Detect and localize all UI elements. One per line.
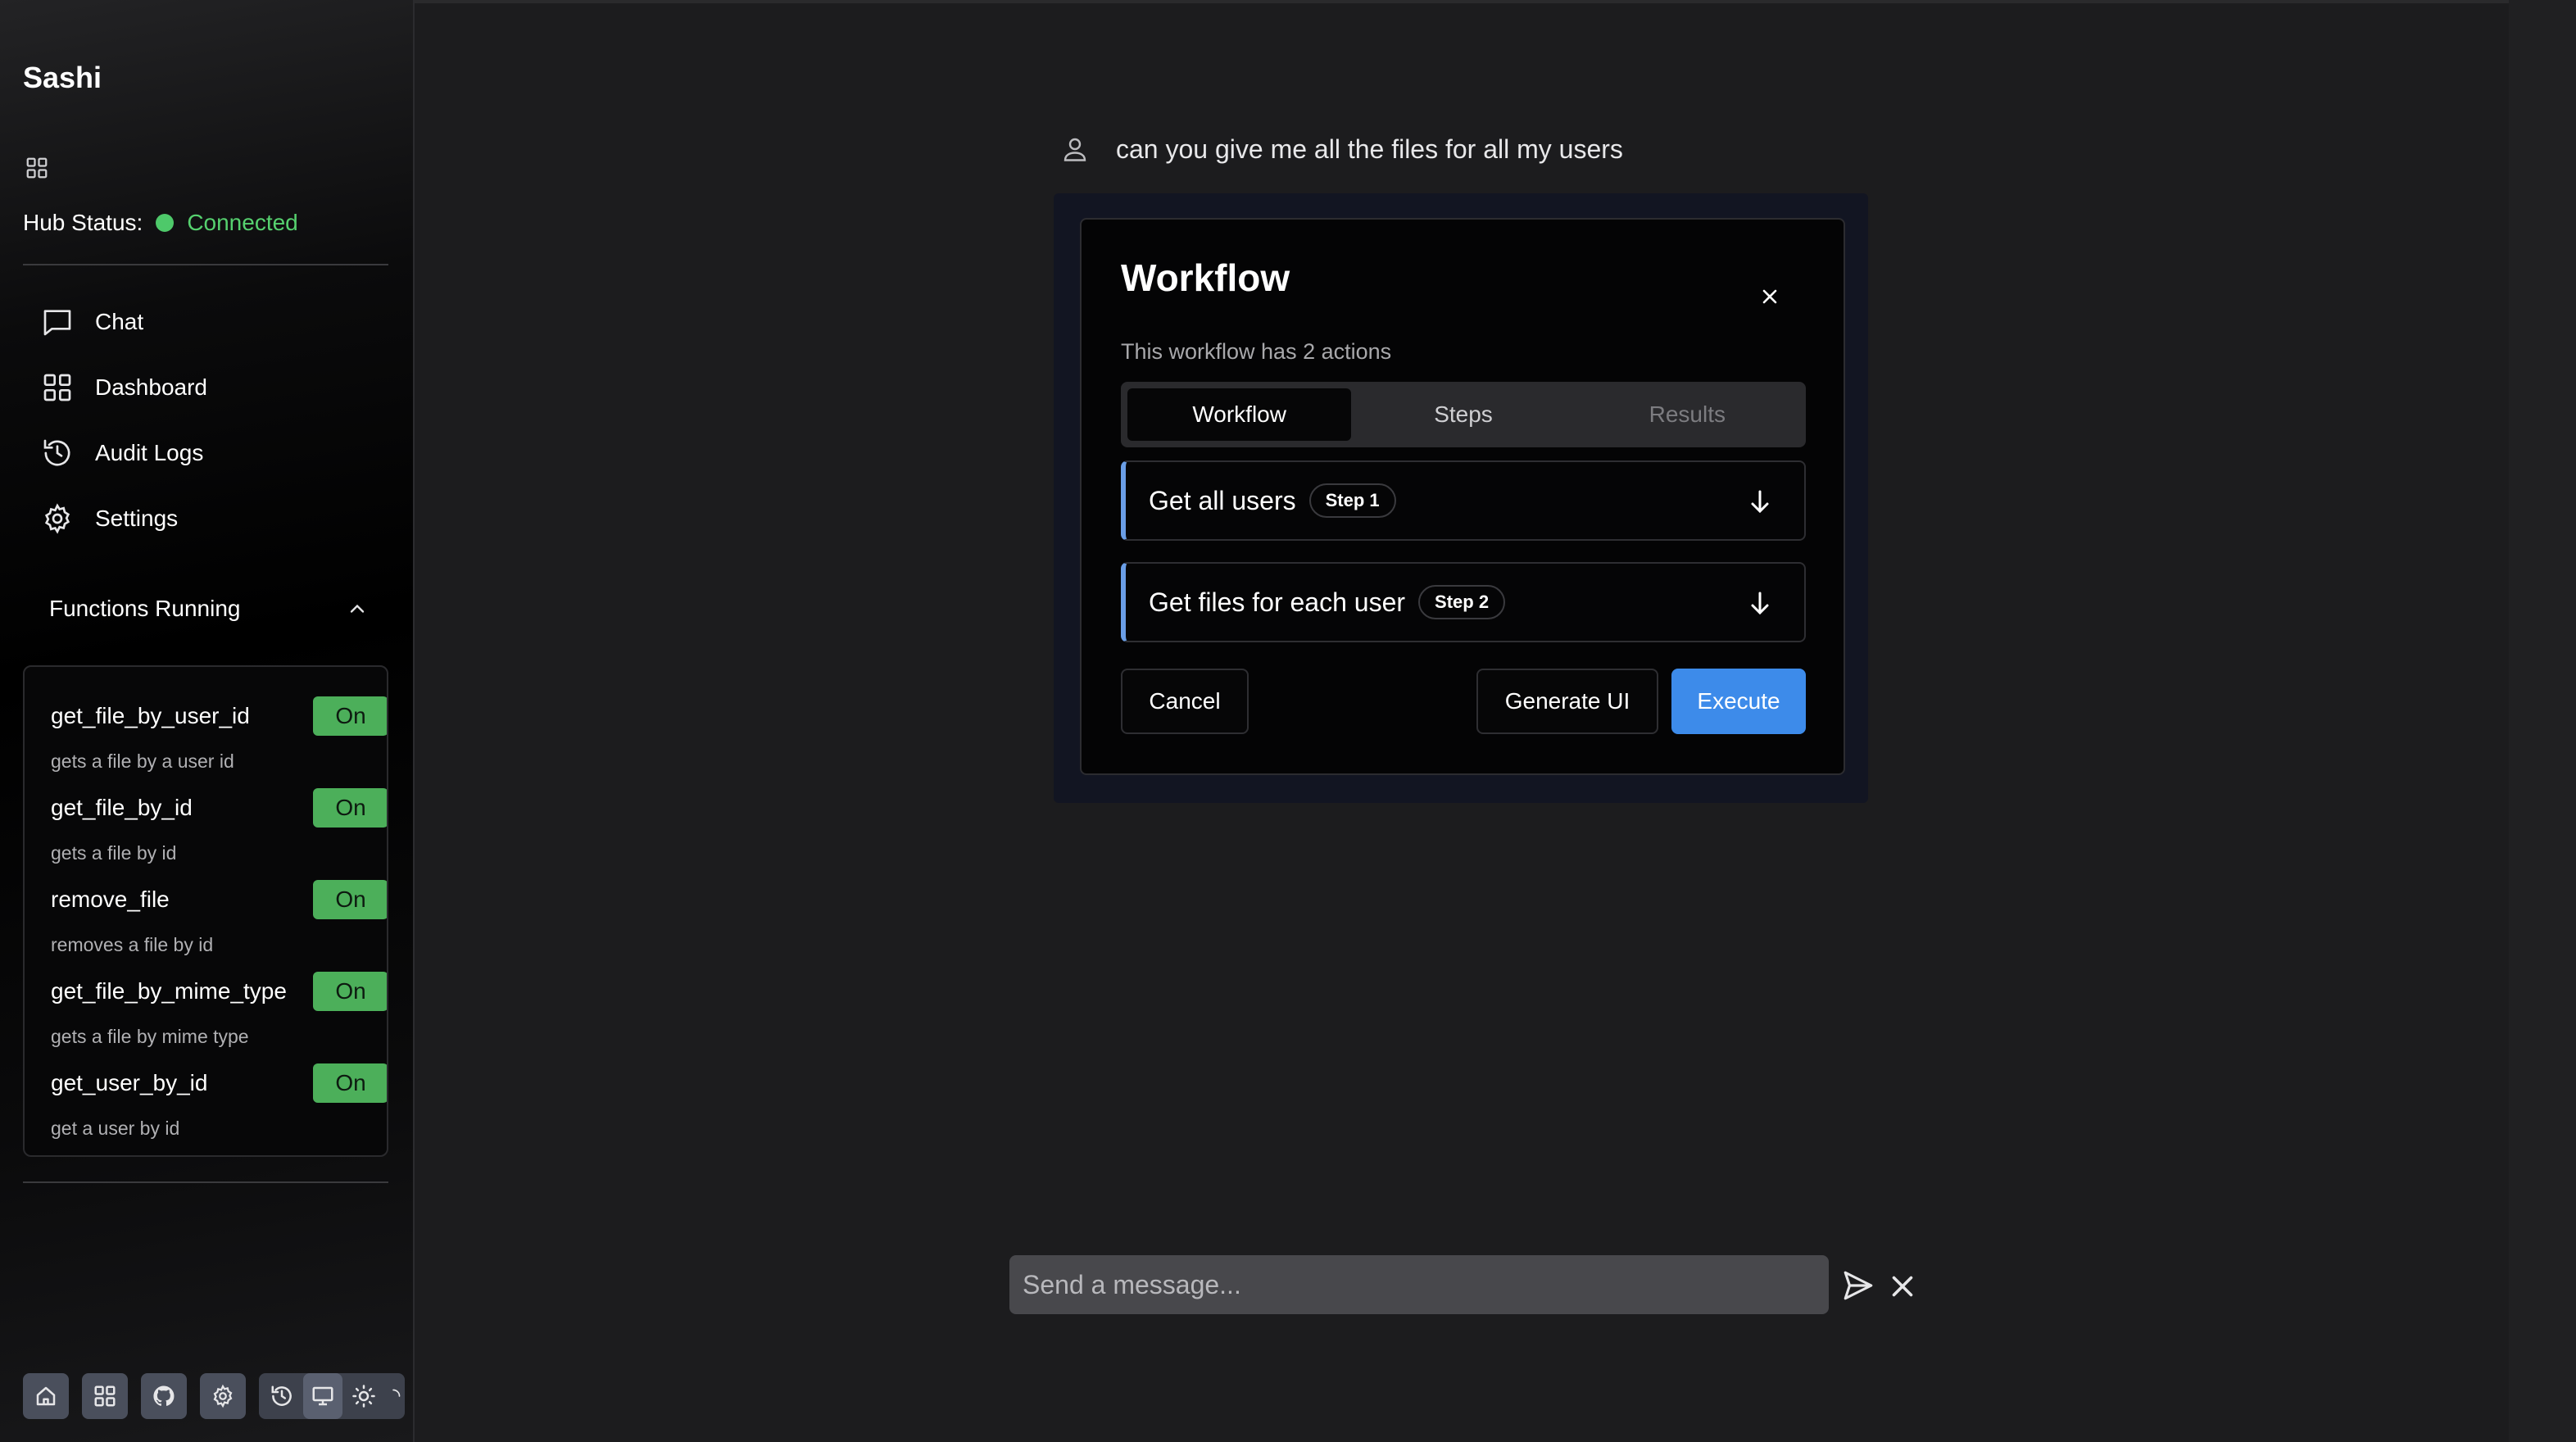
theme-switcher [259, 1373, 405, 1419]
function-name: remove_file [51, 887, 170, 912]
functions-running-label: Functions Running [49, 596, 241, 621]
sidebar-divider [23, 1181, 388, 1183]
sidebar-item-chat[interactable]: Chat [41, 302, 143, 342]
function-name: get_file_by_mime_type [51, 978, 287, 1004]
github-icon [153, 1385, 175, 1406]
function-name: get_user_by_id [51, 1070, 208, 1095]
function-name: get_file_by_user_id [51, 703, 250, 728]
function-toggle[interactable]: On [313, 972, 387, 1011]
functions-list[interactable]: get_file_by_user_id On gets a file by a … [23, 665, 388, 1157]
step-title: Get files for each user [1149, 587, 1406, 617]
sun-icon [352, 1385, 375, 1408]
right-edge-panel [2509, 0, 2576, 1442]
loading-spinner-icon [385, 1373, 401, 1419]
send-icon[interactable] [1840, 1268, 1876, 1303]
sidebar-item-label: Audit Logs [95, 440, 204, 465]
sidebar-item-dashboard[interactable]: Dashboard [41, 367, 207, 408]
home-icon [36, 1386, 56, 1406]
history-icon [43, 439, 70, 466]
function-toggle[interactable]: On [313, 880, 387, 919]
arrow-down-icon[interactable] [1745, 588, 1775, 618]
system-theme-button[interactable] [303, 1373, 342, 1419]
tab-steps[interactable]: Steps [1351, 388, 1575, 441]
close-icon [1762, 289, 1777, 304]
user-icon [1064, 138, 1086, 161]
functions-running-toggle[interactable]: Functions Running [49, 588, 369, 629]
message-input[interactable] [1009, 1255, 1829, 1314]
sidebar-item-audit-logs[interactable]: Audit Logs [41, 433, 203, 474]
workflow-step[interactable]: Get files for each user Step 2 [1121, 562, 1806, 642]
workflow-tabs: Workflow Steps Results [1121, 382, 1806, 447]
cancel-button[interactable]: Cancel [1121, 669, 1249, 734]
workflow-subtitle: This workflow has 2 actions [1121, 339, 1392, 364]
history-icon [271, 1385, 292, 1406]
function-description: gets a file by mime type [51, 1026, 249, 1047]
step-badge: Step 2 [1418, 585, 1506, 619]
function-name: get_file_by_id [51, 795, 193, 820]
hub-status-value: Connected [187, 210, 298, 235]
tab-results[interactable]: Results [1576, 388, 1799, 441]
home-button[interactable] [23, 1373, 69, 1419]
sidebar-divider [23, 264, 388, 265]
chevron-up-icon [350, 604, 365, 613]
function-toggle[interactable]: On [313, 696, 387, 736]
execute-button[interactable]: Execute [1671, 669, 1806, 734]
hub-status: Hub Status: Connected [23, 210, 298, 236]
monitor-icon [312, 1386, 333, 1406]
dashboard-button[interactable] [82, 1373, 128, 1419]
function-description: removes a file by id [51, 934, 214, 955]
sidebar-item-label: Settings [95, 506, 179, 531]
step-badge: Step 1 [1308, 483, 1396, 518]
close-button[interactable] [1753, 280, 1786, 313]
light-theme-button[interactable] [344, 1373, 383, 1419]
sidebar-item-label: Dashboard [95, 374, 207, 400]
settings-button[interactable] [200, 1373, 246, 1419]
workflow-title: Workflow [1121, 256, 1290, 299]
bottom-toolbar [23, 1373, 405, 1419]
app-title: Sashi [23, 61, 102, 94]
hub-status-label: Hub Status: [23, 210, 143, 235]
function-toggle[interactable]: On [313, 1063, 387, 1103]
tab-workflow[interactable]: Workflow [1127, 388, 1352, 441]
arrow-down-icon[interactable] [1745, 487, 1775, 516]
generate-ui-button[interactable]: Generate UI [1476, 669, 1658, 734]
close-icon[interactable] [1888, 1272, 1917, 1301]
sidebar-item-settings[interactable]: Settings [41, 498, 178, 539]
chat-icon [43, 310, 71, 336]
gear-icon [213, 1384, 233, 1408]
history-button[interactable] [262, 1373, 302, 1419]
github-button[interactable] [141, 1373, 187, 1419]
workflow-step[interactable]: Get all users Step 1 [1121, 460, 1806, 541]
workflow-card: Workflow This workflow has 2 actions Wor… [1080, 218, 1845, 775]
gear-icon [44, 503, 70, 534]
sidebar: Sashi Hub Status: Connected Chat Dashboa… [0, 0, 415, 1442]
function-description: gets a file by id [51, 842, 177, 864]
function-description: gets a file by a user id [51, 750, 234, 772]
dashboard-icon [43, 374, 71, 401]
user-message-text: can you give me all the files for all my… [1116, 134, 1623, 164]
sidebar-item-label: Chat [95, 309, 144, 334]
dashboard-icon [94, 1385, 116, 1407]
function-toggle[interactable]: On [313, 788, 387, 828]
step-title: Get all users [1149, 485, 1296, 515]
function-description: get a user by id [51, 1118, 180, 1139]
layout-grid-icon[interactable] [25, 156, 49, 180]
status-dot-icon [156, 214, 175, 232]
user-message: can you give me all the files for all my… [1060, 133, 1623, 166]
